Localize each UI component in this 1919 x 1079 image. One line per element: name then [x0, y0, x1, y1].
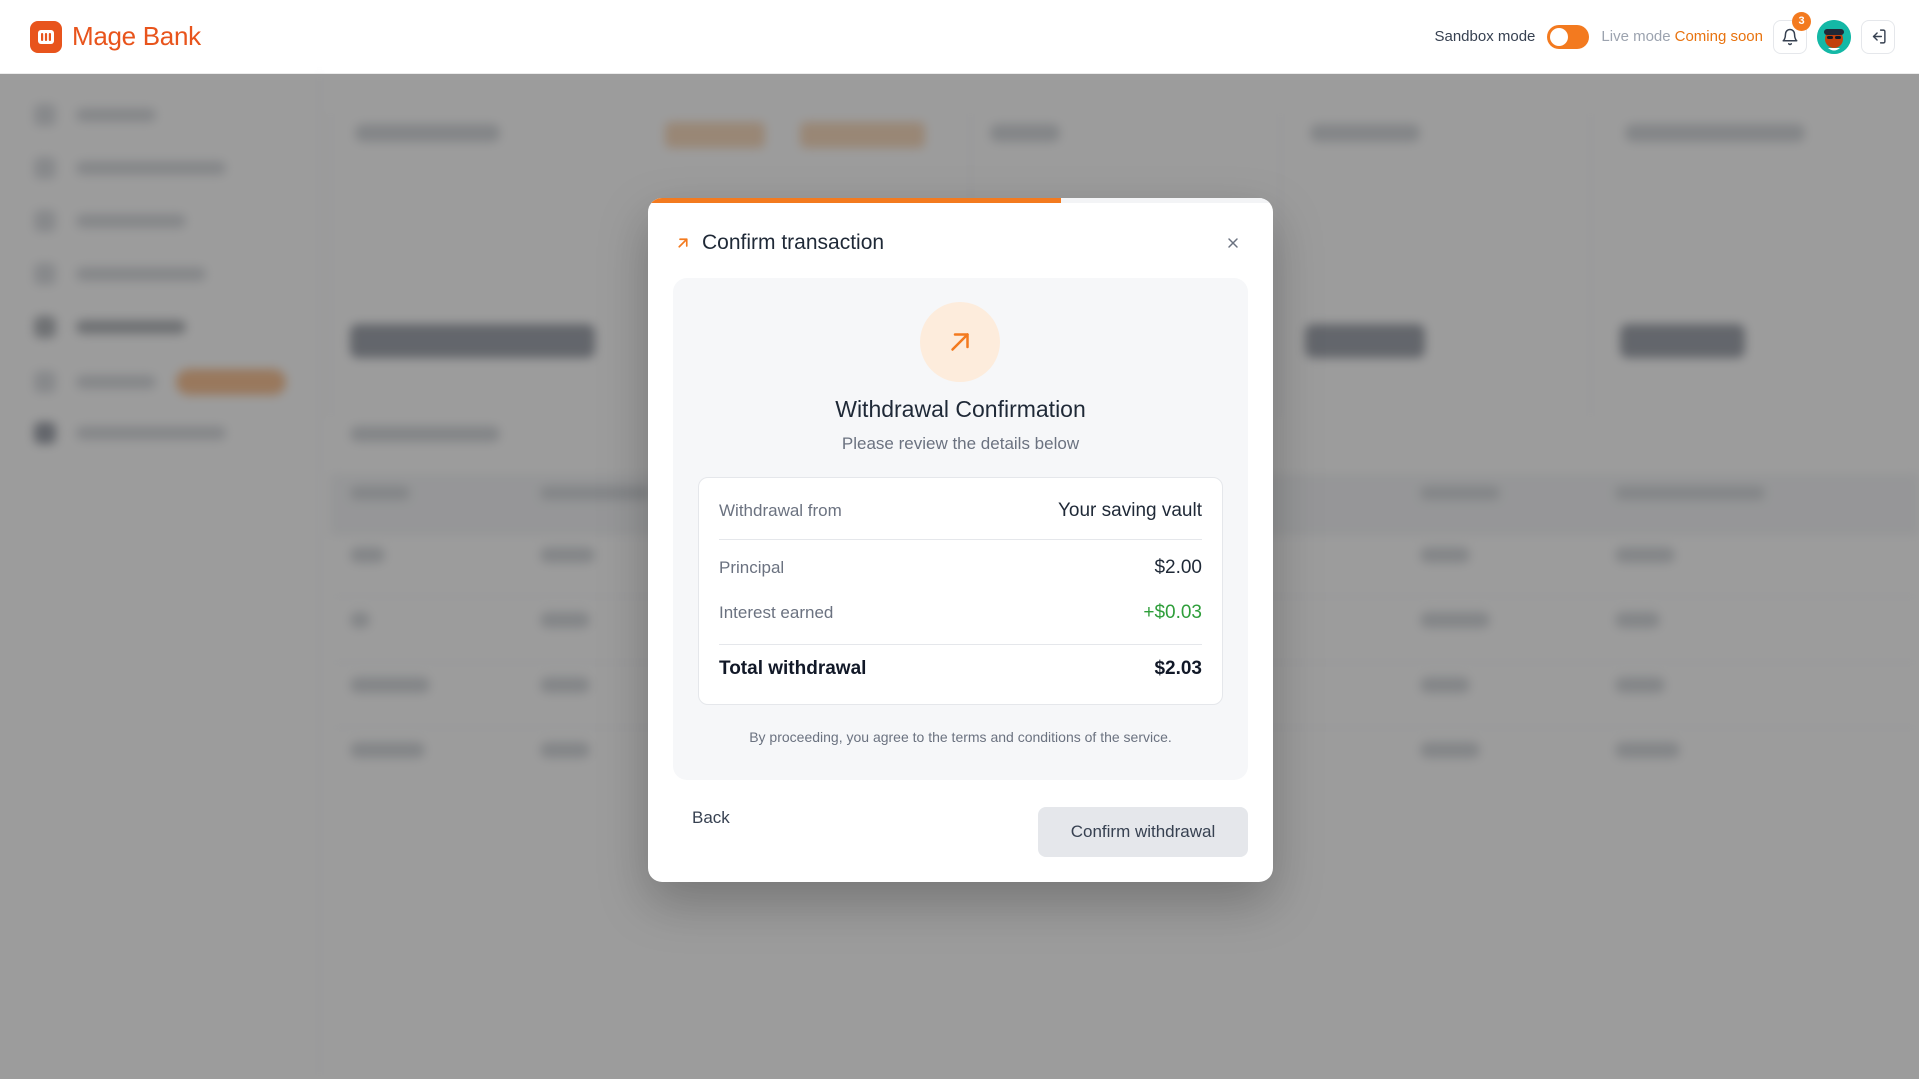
- bell-icon: [1782, 28, 1798, 45]
- total-value: $2.03: [1154, 658, 1202, 679]
- avatar-face-icon: [1817, 19, 1851, 54]
- withdrawal-from-value: Your saving vault: [1057, 500, 1202, 521]
- brand-name: Mage Bank: [72, 21, 201, 51]
- header-controls: Sandbox mode Live mode Coming soon 3: [1434, 11, 1895, 54]
- withdrawal-summary-panel: Withdrawal Confirmation Please review th…: [673, 278, 1248, 780]
- row-divider: [719, 644, 1202, 645]
- logout-button[interactable]: [1861, 19, 1895, 54]
- principal-label: Principal: [719, 558, 785, 577]
- step-progress-fill: [648, 198, 1061, 203]
- withdrawal-from-row: Withdrawal from Your saving vault: [719, 500, 1202, 522]
- close-button[interactable]: [1219, 229, 1247, 257]
- live-mode-label: Live mode: [1601, 28, 1671, 45]
- arrow-up-right-icon: [678, 238, 688, 248]
- row-divider: [719, 539, 1202, 540]
- arrow-up-right-icon: [951, 333, 969, 351]
- user-avatar[interactable]: [1817, 19, 1851, 54]
- dialog-header: Confirm transaction: [674, 228, 1247, 258]
- principal-row: Principal $2.00: [719, 557, 1202, 579]
- mode-toggle[interactable]: [1547, 24, 1590, 49]
- principal-value: $2.00: [1154, 557, 1202, 578]
- interest-value: +$0.03: [1143, 602, 1202, 623]
- total-row: Total withdrawal $2.03: [719, 658, 1202, 680]
- withdrawal-heading: Withdrawal Confirmation: [835, 396, 1086, 422]
- withdrawal-details-card: Withdrawal from Your saving vault Princi…: [698, 477, 1223, 705]
- back-button[interactable]: Back: [692, 808, 730, 828]
- sandbox-mode-label: Sandbox mode: [1434, 28, 1536, 45]
- confirm-transaction-dialog: Confirm transaction Withdrawal Confirmat…: [648, 198, 1273, 882]
- close-icon: [1228, 238, 1238, 248]
- coming-soon-label: Coming soon: [1674, 28, 1763, 45]
- notification-badge: 3: [1792, 11, 1811, 31]
- withdrawal-hero-badge: [920, 302, 1000, 382]
- interest-row: Interest earned +$0.03: [719, 602, 1202, 624]
- interest-label: Interest earned: [719, 603, 834, 622]
- confirm-withdrawal-button[interactable]: Confirm withdrawal: [1038, 807, 1248, 857]
- notifications-button[interactable]: 3: [1773, 11, 1811, 54]
- logout-icon: [1872, 29, 1886, 44]
- withdrawal-subheading: Please review the details below: [841, 434, 1080, 453]
- withdrawal-from-label: Withdrawal from: [719, 501, 842, 520]
- toggle-knob: [1550, 27, 1569, 46]
- brand-logo[interactable]: Mage Bank: [30, 20, 201, 53]
- top-header: Mage Bank Sandbox mode Live mode Coming …: [0, 0, 1919, 74]
- dialog-title: Confirm transaction: [702, 231, 885, 254]
- step-progress-track: [648, 198, 1273, 203]
- total-label: Total withdrawal: [719, 658, 867, 679]
- logo-mark-icon: [30, 20, 62, 53]
- terms-notice: By proceeding, you agree to the terms an…: [749, 729, 1172, 745]
